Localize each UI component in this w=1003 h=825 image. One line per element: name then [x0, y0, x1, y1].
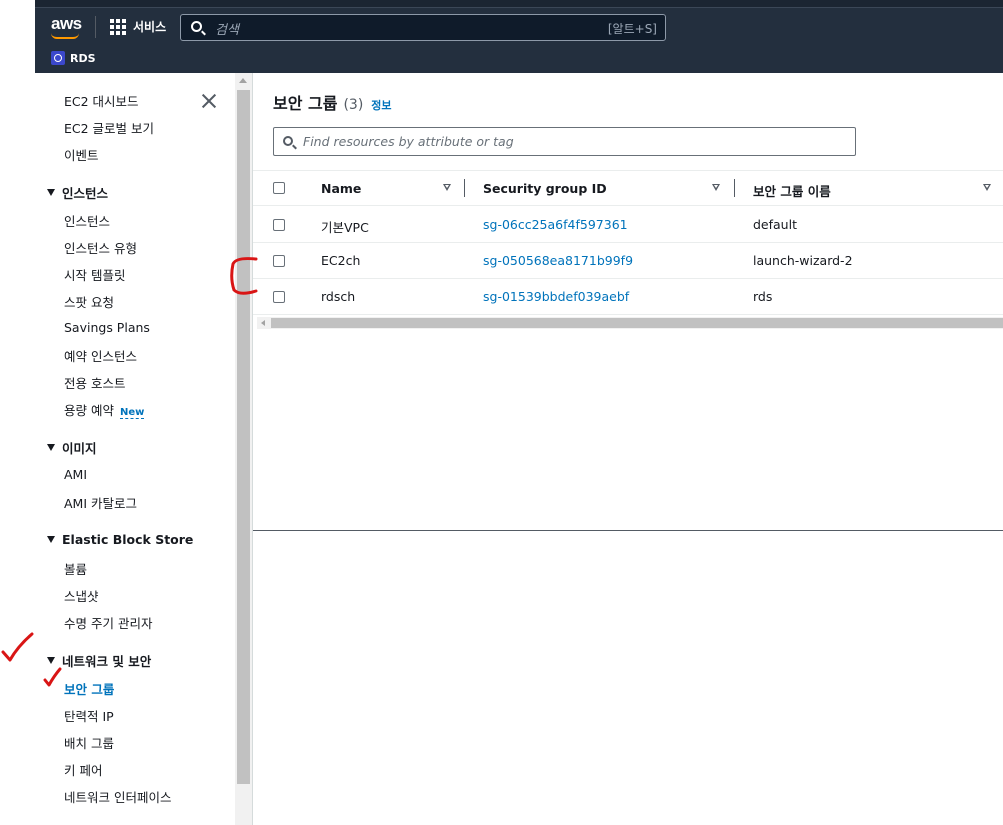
sidebar-section-label: 인스턴스 [62, 186, 109, 201]
services-menu-button[interactable]: 서비스 [110, 18, 166, 35]
favorite-rds[interactable]: RDS [51, 51, 96, 65]
filter-input[interactable]: Find resources by attribute or tag [273, 127, 856, 156]
sidebar-item-instance-types[interactable]: 인스턴스 유형 [64, 238, 137, 257]
sidebar-section-images[interactable]: 이미지 [47, 438, 97, 457]
sidebar-item-events[interactable]: 이벤트 [64, 145, 99, 164]
cell-security-group-id-link[interactable]: sg-050568ea8171b99f9 [483, 253, 633, 268]
info-link[interactable]: 정보 [371, 97, 391, 113]
search-icon [283, 136, 293, 146]
sidebar-section-ebs[interactable]: Elastic Block Store [47, 532, 193, 547]
sort-icon[interactable] [712, 184, 720, 191]
top-nav: aws 서비스 검색 [알트+S] RDS [35, 0, 1003, 73]
cell-group-name: launch-wizard-2 [753, 253, 853, 268]
aws-logo[interactable]: aws [51, 14, 82, 34]
nav-divider [95, 16, 96, 38]
row-checkbox[interactable] [273, 255, 285, 267]
column-header-security-group-id[interactable]: Security group ID [483, 181, 607, 196]
column-resizer[interactable] [734, 179, 735, 197]
cell-name: EC2ch [321, 253, 361, 268]
horizontal-scrollbar-thumb[interactable] [271, 318, 1003, 328]
sort-icon[interactable] [443, 184, 451, 191]
row-checkbox[interactable] [273, 291, 285, 303]
browser-top-strip [35, 0, 1003, 8]
sidebar-scrollbar-thumb[interactable] [237, 90, 250, 784]
column-resizer[interactable] [464, 179, 465, 197]
sidebar-item-ami[interactable]: AMI [64, 467, 87, 482]
close-icon[interactable] [201, 93, 217, 109]
sidebar-item-ec2-dashboard[interactable]: EC2 대시보드 [64, 91, 139, 110]
grid-icon [110, 18, 126, 35]
search-placeholder: 검색 [215, 23, 239, 38]
checkmark-annotation-icon [1, 632, 34, 662]
sidebar-item-ec2-global-view[interactable]: EC2 글로벌 보기 [64, 118, 154, 137]
sidebar-item-ami-catalog[interactable]: AMI 카탈로그 [64, 493, 137, 512]
cell-security-group-id-link[interactable]: sg-06cc25a6f4f597361 [483, 217, 628, 232]
sidebar-item-reserved-instances[interactable]: 예약 인스턴스 [64, 346, 137, 365]
sidebar-item-dedicated-hosts[interactable]: 전용 호스트 [64, 373, 125, 392]
rds-icon [51, 51, 65, 65]
column-header-group-name[interactable]: 보안 그룹 이름 [753, 181, 831, 200]
sidebar-item-key-pairs[interactable]: 키 페어 [64, 760, 102, 779]
sidebar-item-placement-groups[interactable]: 배치 그룹 [64, 733, 114, 752]
search-icon [191, 21, 202, 32]
sidebar-item-instances[interactable]: 인스턴스 [64, 211, 110, 230]
table-horizontal-scrollbar[interactable] [257, 317, 1003, 329]
page-header: 보안 그룹 (3) 정보 [273, 90, 392, 114]
sidebar-section-label: Elastic Block Store [62, 532, 194, 547]
table-row[interactable]: rdsch sg-01539bbdef039aebf rds [253, 279, 1003, 315]
sidebar-item-elastic-ips[interactable]: 탄력적 IP [64, 706, 114, 725]
sidebar-item-label: 용량 예약 [64, 403, 114, 418]
search-shortcut: [알트+S] [607, 22, 657, 36]
cell-group-name: default [753, 217, 797, 232]
services-label: 서비스 [133, 20, 167, 34]
favorite-rds-label: RDS [70, 51, 96, 65]
new-badge: New [119, 407, 145, 419]
cell-name: 기본VPC [321, 220, 369, 235]
cell-security-group-id-link[interactable]: sg-01539bbdef039aebf [483, 289, 629, 304]
sidebar-item-security-groups[interactable]: 보안 그룹 [64, 679, 114, 698]
cell-name: rdsch [321, 289, 356, 304]
sidebar-item-savings-plans[interactable]: Savings Plans [64, 320, 150, 335]
table-header: Name Security group ID 보안 그룹 이름 [253, 171, 1003, 206]
sort-icon[interactable] [983, 184, 991, 191]
search-input[interactable]: 검색 [알트+S] [180, 14, 666, 41]
table-row[interactable]: 기본VPC sg-06cc25a6f4f597361 default [253, 207, 1003, 243]
filter-placeholder: Find resources by attribute or tag [303, 134, 514, 149]
split-panel-divider[interactable] [253, 530, 1003, 531]
sidebar-item-volumes[interactable]: 볼륨 [64, 559, 87, 578]
scroll-up-arrow-icon[interactable] [239, 78, 247, 83]
sidebar-item-network-interfaces[interactable]: 네트워크 인터페이스 [64, 787, 171, 806]
caret-down-icon [47, 444, 55, 451]
sidebar-item-spot-requests[interactable]: 스팟 요청 [64, 292, 114, 311]
cell-group-name: rds [753, 289, 773, 304]
page-title: 보안 그룹 [273, 94, 338, 113]
sidebar: EC2 대시보드 EC2 글로벌 보기 이벤트 인스턴스 인스턴스 인스턴스 유… [35, 73, 235, 825]
sidebar-item-capacity-reservations[interactable]: 용량 예약 New [64, 400, 145, 419]
scroll-left-arrow-icon[interactable] [261, 320, 265, 326]
caret-down-icon [47, 536, 55, 543]
sidebar-item-lifecycle-manager[interactable]: 수명 주기 관리자 [64, 613, 152, 632]
sidebar-section-instances[interactable]: 인스턴스 [47, 183, 108, 202]
sidebar-section-network-security[interactable]: 네트워크 및 보안 [47, 651, 151, 670]
caret-down-icon [47, 189, 55, 196]
column-header-name[interactable]: Name [321, 181, 361, 196]
row-checkbox[interactable] [273, 219, 285, 231]
sidebar-item-launch-templates[interactable]: 시작 템플릿 [64, 265, 125, 284]
sidebar-section-label: 네트워크 및 보안 [62, 654, 152, 669]
resource-count: (3) [343, 97, 364, 113]
aws-logo-smile [51, 33, 79, 39]
select-all-checkbox[interactable] [273, 182, 285, 194]
table-row[interactable]: EC2ch sg-050568ea8171b99f9 launch-wizard… [253, 243, 1003, 279]
sidebar-item-snapshots[interactable]: 스냅샷 [64, 586, 99, 605]
page: aws 서비스 검색 [알트+S] RDS EC2 대시보드 EC2 글로벌 보… [0, 0, 1003, 825]
caret-down-icon [47, 657, 55, 664]
sidebar-section-label: 이미지 [62, 441, 97, 456]
